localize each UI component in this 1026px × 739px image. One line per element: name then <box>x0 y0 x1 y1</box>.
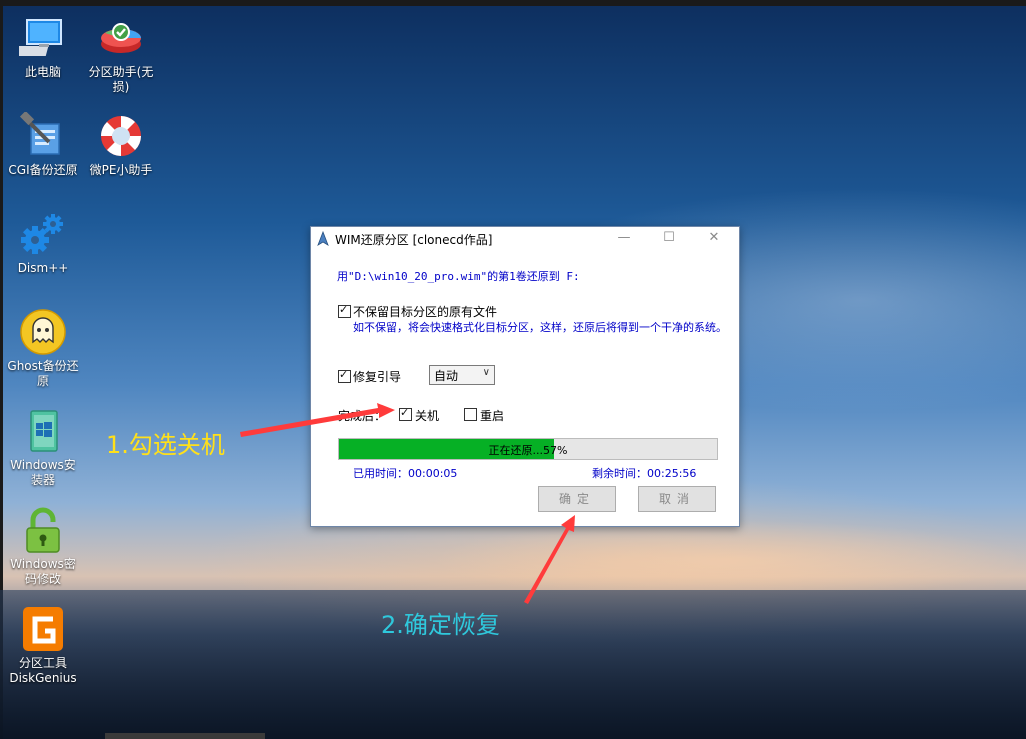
shutdown-checkbox[interactable]: ✓ <box>399 406 412 421</box>
restore-progress-bar: 正在还原...57% <box>338 438 718 460</box>
source-image-line: 用"D:\win10_20_pro.wim"的第1卷还原到 F: <box>337 270 580 283</box>
desktop-icon-label: 此电脑 <box>24 65 61 79</box>
shutdown-label[interactable]: 关机 <box>415 407 439 424</box>
boot-mode-value: 自动 <box>434 369 459 383</box>
checkmark-icon: ✓ <box>400 406 410 419</box>
after-done-label: 完成后： <box>338 409 387 423</box>
gears-icon <box>19 210 67 258</box>
computer-icon <box>11 14 67 62</box>
dialog-title: WIM还原分区 [clonecd作品] <box>335 233 493 247</box>
repair-boot-label[interactable]: 修复引导 <box>353 368 401 385</box>
desktop-icon-label: Windows密码修改 <box>10 557 76 586</box>
desktop-icon-label: Dism++ <box>17 261 69 275</box>
diskgenius-icon <box>19 605 67 653</box>
repair-boot-checkbox[interactable]: ✓ <box>338 368 351 383</box>
checkmark-icon: ✓ <box>339 368 349 381</box>
format-hint-text: 如不保留，将会快速格式化目标分区，这样，还原后将得到一个干净的系统。 <box>353 321 727 334</box>
partition-assistant-icon <box>97 14 145 62</box>
desktop-icon-label: 微PE小助手 <box>89 163 153 177</box>
desktop-icon-cgi-backup[interactable]: CGI备份还原 <box>6 110 80 178</box>
desktop-icon-windows-installer[interactable]: Windows安装器 <box>6 407 80 488</box>
desktop-icon-diskgenius[interactable]: 分区工具DiskGenius <box>6 605 80 686</box>
annotation-step-1: 1.勾选关机 <box>106 431 225 459</box>
annotation-step-2: 2.确定恢复 <box>381 611 500 639</box>
windows-installer-icon <box>19 407 67 455</box>
ghost-icon <box>19 308 67 356</box>
wallpaper-glow <box>430 520 1026 600</box>
cancel-button[interactable]: 取消 <box>638 486 716 512</box>
restart-label[interactable]: 重启 <box>480 407 504 424</box>
restart-checkbox[interactable] <box>464 408 477 421</box>
ok-button[interactable]: 确定 <box>538 486 616 512</box>
maximize-button[interactable]: ☐ <box>646 227 692 251</box>
desktop-icon-label: CGI备份还原 <box>8 163 78 177</box>
elapsed-time: 已用时间：00:00:05 <box>353 467 458 480</box>
desktop-icon-label: Ghost备份还原 <box>7 359 79 388</box>
desktop-icon-dism[interactable]: Dism++ <box>6 210 80 276</box>
keep-files-checkbox[interactable]: ✓ <box>338 303 351 318</box>
app-icon <box>316 230 330 247</box>
keep-files-label[interactable]: 不保留目标分区的原有文件 <box>353 303 497 320</box>
screen-top-bar <box>0 0 1026 6</box>
padlock-icon <box>19 506 67 554</box>
chevron-down-icon: ∨ <box>482 367 490 378</box>
desktop-icon-this-pc[interactable]: 此电脑 <box>6 14 80 80</box>
desktop-icon-label: Windows安装器 <box>10 458 76 487</box>
desktop-icon-wepe-helper[interactable]: 微PE小助手 <box>84 112 158 178</box>
minimize-button[interactable]: — <box>601 227 647 251</box>
cgi-backup-icon <box>19 110 67 160</box>
remaining-time: 剩余时间：00:25:56 <box>592 467 697 480</box>
lifebuoy-icon <box>97 112 145 160</box>
taskbar-strip <box>105 733 265 739</box>
progress-text: 正在还原...57% <box>488 444 568 457</box>
dialog-titlebar[interactable]: WIM还原分区 [clonecd作品] — ☐ ✕ <box>311 227 739 251</box>
desktop-icon-partition-assistant[interactable]: 分区助手(无损) <box>84 14 158 95</box>
desktop-icon-label: 分区工具DiskGenius <box>9 656 77 685</box>
close-button[interactable]: ✕ <box>691 227 737 251</box>
wim-restore-dialog: WIM还原分区 [clonecd作品] — ☐ ✕ 用"D:\win10_20_… <box>310 226 740 527</box>
boot-mode-select[interactable]: 自动 ∨ <box>429 365 495 385</box>
checkmark-icon: ✓ <box>339 303 349 316</box>
desktop-icon-windows-password[interactable]: Windows密码修改 <box>6 506 80 587</box>
wallpaper-sea <box>0 590 1026 739</box>
desktop-icon-ghost[interactable]: Ghost备份还原 <box>6 308 80 389</box>
desktop-icon-label: 分区助手(无损) <box>88 65 154 94</box>
